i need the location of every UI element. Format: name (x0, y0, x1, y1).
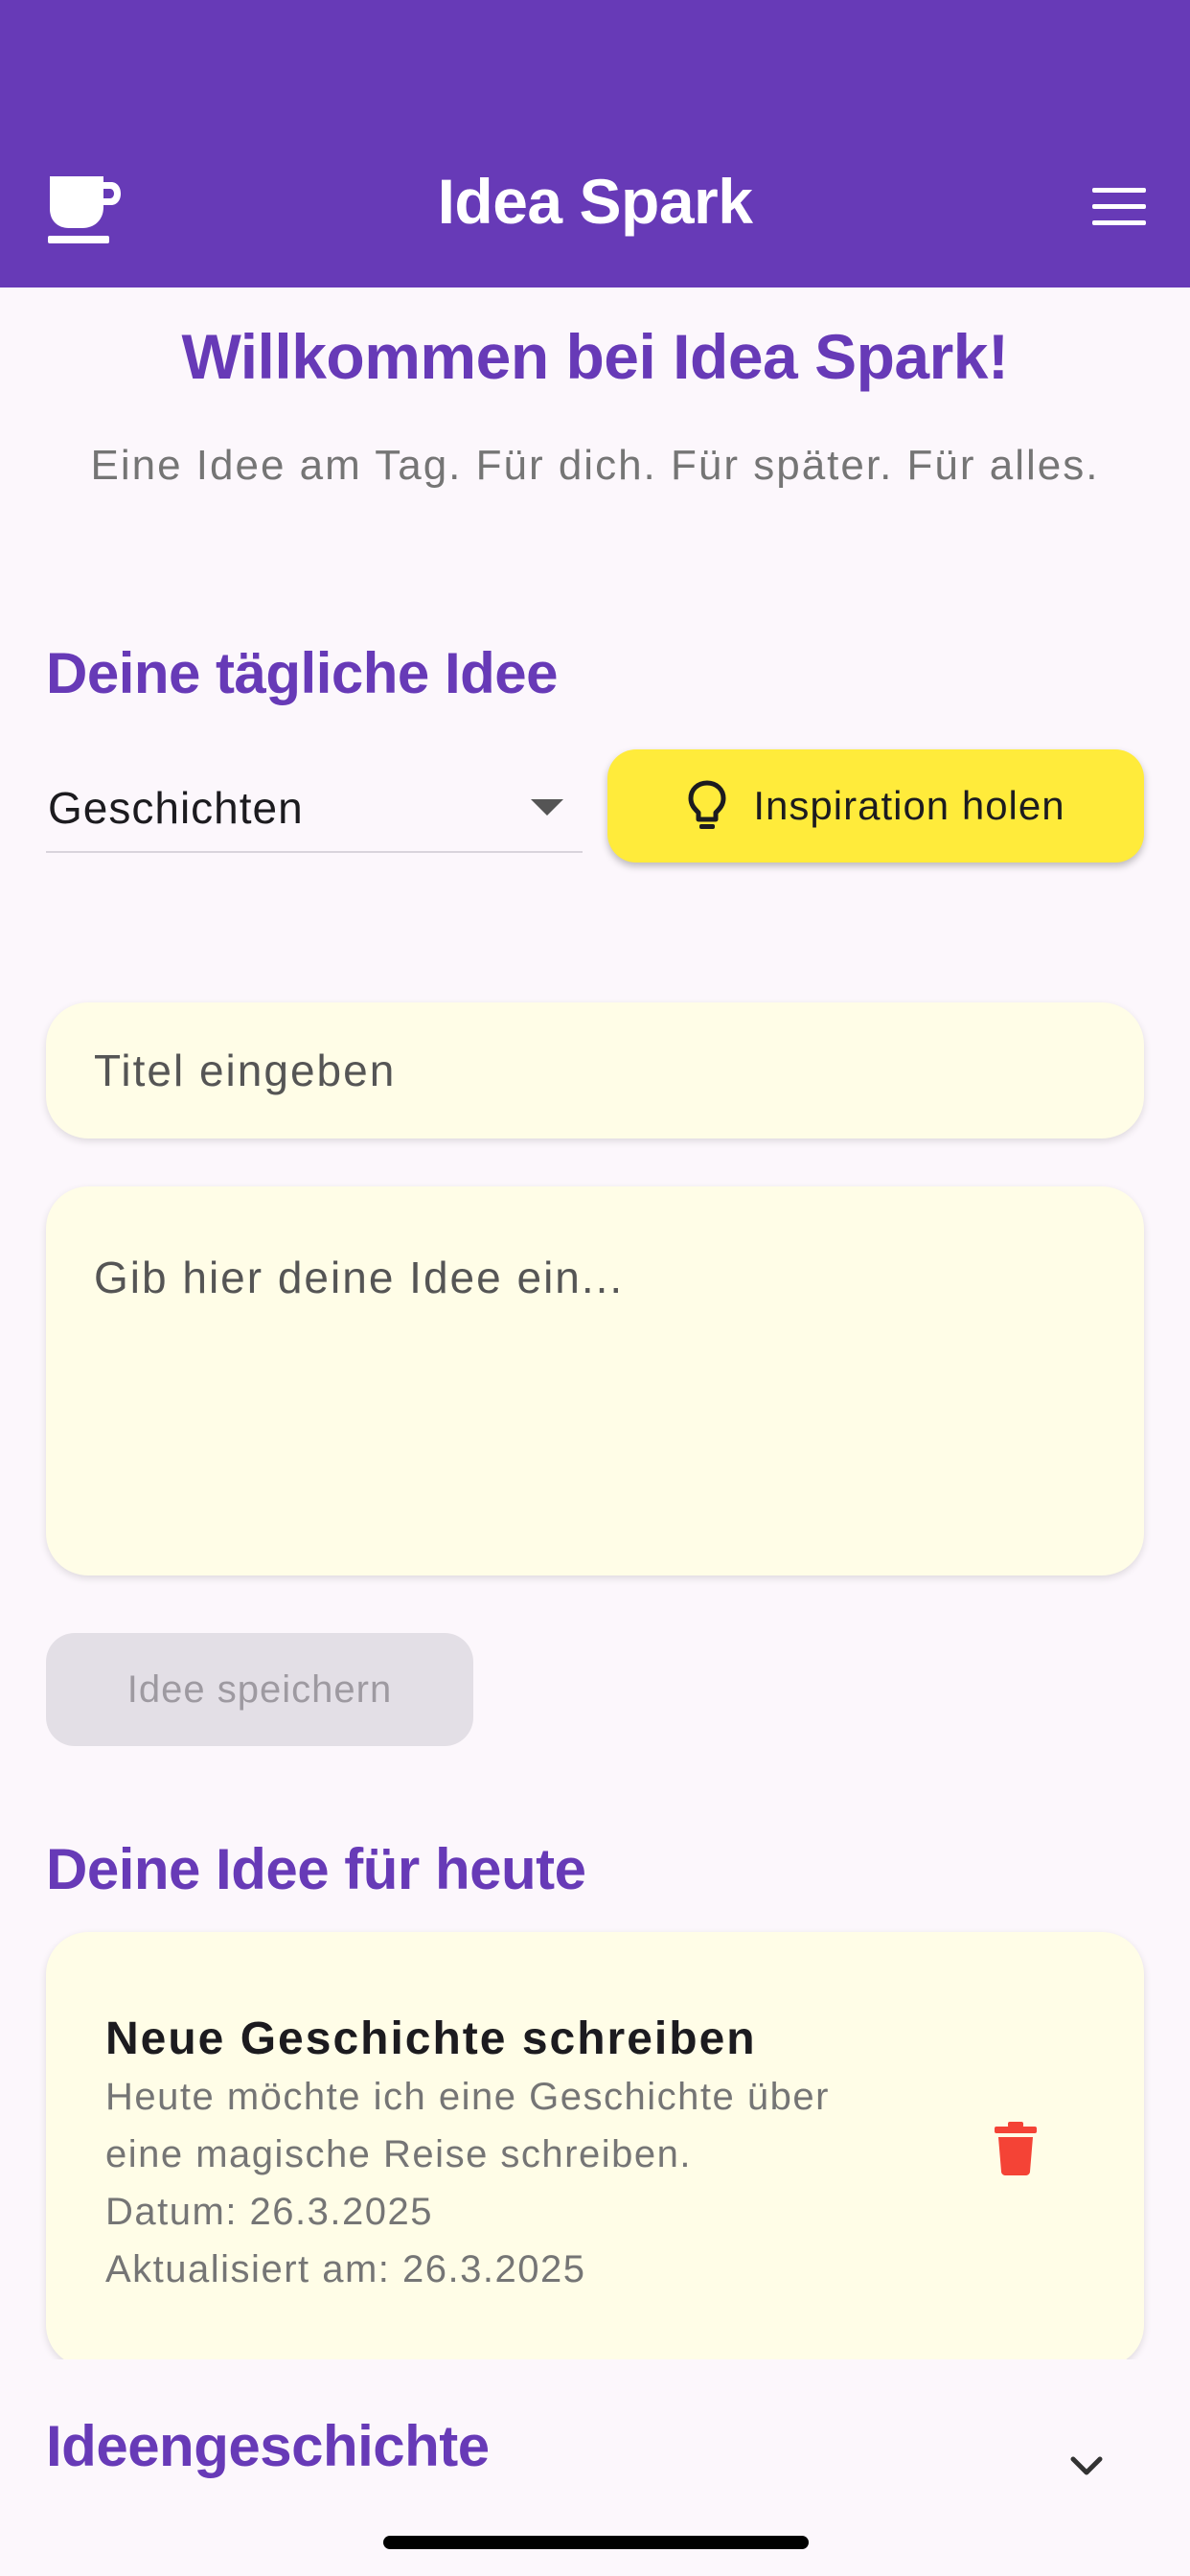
idea-card-text-line2: eine magische Reise schreiben. (105, 2133, 692, 2175)
chevron-down-icon[interactable] (1067, 2448, 1106, 2486)
idea-card-date: Datum: 26.3.2025 (105, 2191, 433, 2233)
idea-card-text-line1: Heute möchte ich eine Geschichte über (105, 2076, 830, 2118)
idea-history-heading: Ideengeschichte (46, 2414, 490, 2478)
dropdown-arrow-icon (531, 799, 563, 816)
inspiration-button[interactable]: Inspiration holen (607, 749, 1144, 862)
idea-textarea[interactable]: Gib hier deine Idee ein... (46, 1186, 1144, 1576)
today-idea-heading: Deine Idee für heute (46, 1837, 586, 1901)
app-title: Idea Spark (437, 166, 753, 237)
idea-textarea-placeholder: Gib hier deine Idee ein... (94, 1253, 625, 1302)
app-bar: Idea Spark (0, 0, 1190, 288)
welcome-title: Willkommen bei Idea Spark! (181, 321, 1009, 392)
idea-card: Neue Geschichte schreiben Heute möchte i… (46, 1932, 1144, 2367)
trash-icon[interactable] (995, 2122, 1037, 2175)
title-input[interactable]: Titel eingeben (46, 1002, 1144, 1138)
welcome-subtitle: Eine Idee am Tag. Für dich. Für später. … (90, 442, 1100, 489)
hamburger-menu-icon[interactable] (1092, 188, 1146, 226)
daily-idea-heading: Deine tägliche Idee (46, 641, 559, 705)
idea-history-panel[interactable]: Ideengeschichte (0, 2359, 1190, 2576)
category-selected-value: Geschichten (48, 783, 304, 833)
app-root: Idea Spark Willkommen bei Idea Spark! Ei… (0, 0, 1190, 2576)
home-indicator (383, 2536, 809, 2549)
idea-card-title: Neue Geschichte schreiben (105, 2013, 757, 2064)
category-dropdown[interactable]: Geschichten (46, 767, 583, 853)
lightbulb-icon (686, 779, 728, 833)
idea-card-updated: Aktualisiert am: 26.3.2025 (105, 2248, 586, 2290)
title-input-placeholder: Titel eingeben (94, 1046, 397, 1095)
save-idea-button[interactable]: Idee speichern (46, 1633, 473, 1746)
save-idea-button-label: Idee speichern (126, 1668, 393, 1711)
inspiration-button-label: Inspiration holen (753, 783, 1065, 828)
